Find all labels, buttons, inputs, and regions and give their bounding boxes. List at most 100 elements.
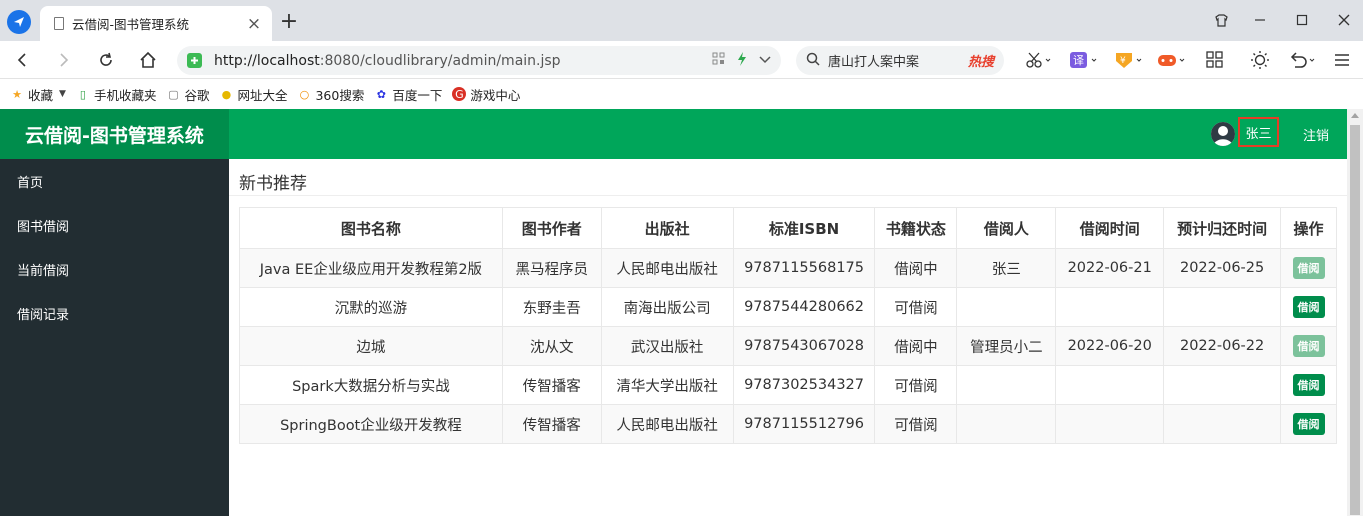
page-title: 新书推荐	[239, 174, 307, 194]
bookmark-item[interactable]: ▢ 谷歌	[166, 85, 209, 104]
cell-action: 借阅	[1280, 287, 1337, 327]
cell-name: 沉默的巡游	[239, 287, 503, 327]
browser-tab[interactable]: 云借阅-图书管理系统 ×	[40, 6, 272, 41]
cell-return-time: 2022-06-22	[1163, 326, 1282, 366]
cell-action: 借阅	[1280, 326, 1337, 366]
close-window-icon[interactable]	[1332, 8, 1356, 32]
bookmark-item[interactable]: ▯ 手机收藏夹	[76, 85, 157, 104]
bookmark-item[interactable]: ○ 360搜索	[297, 85, 365, 104]
coupon-icon[interactable]: ¥	[1115, 50, 1145, 70]
translate-icon[interactable]: 译	[1070, 50, 1100, 70]
bookmark-item[interactable]: ● 网址大全	[219, 85, 288, 104]
back-icon[interactable]	[10, 48, 34, 72]
url-text[interactable]: http://localhost:8080/cloudlibrary/admin…	[214, 53, 712, 69]
cell-isbn: 9787544280662	[732, 287, 876, 327]
search-input[interactable]: 唐山打人案中案	[828, 51, 968, 70]
cell-action: 借阅	[1280, 248, 1337, 288]
undo-icon[interactable]	[1288, 50, 1318, 70]
page-icon: ▢	[168, 87, 179, 101]
scrollbar[interactable]	[1347, 109, 1363, 516]
caret-down-icon[interactable]: ▼	[59, 89, 66, 99]
phone-icon: ▯	[79, 87, 86, 101]
table-row: Spark大数据分析与实战 传智播客 清华大学出版社 9787302534327 可借阅…	[239, 365, 1337, 405]
close-tab-icon[interactable]: ×	[246, 14, 262, 34]
avatar[interactable]	[1211, 122, 1235, 146]
minimize-icon[interactable]	[1248, 8, 1272, 32]
cell-author: 传智播客	[501, 365, 602, 405]
table-row: Java EE企业级应用开发教程第2版 黑马程序员 人民邮电出版社 978711556…	[239, 248, 1337, 288]
sidebar-item-current-borrow[interactable]: 当前借阅	[0, 247, 229, 291]
bookmark-item[interactable]: G 游戏中心	[452, 85, 520, 104]
skin-icon[interactable]	[1209, 8, 1233, 32]
url-bar[interactable]: http://localhost:8080/cloudlibrary/admin…	[177, 46, 781, 75]
sidebar-item-borrow-records[interactable]: 借阅记录	[0, 291, 229, 335]
bookmarks-bar: ★ 收藏 ▼ ▯ 手机收藏夹 ▢ 谷歌 ● 网址大全 ○ 360搜索 ✿ 百度一下 G 游戏中心	[0, 79, 1363, 109]
url-host: http://localhost	[214, 52, 320, 69]
cell-action: 借阅	[1280, 365, 1337, 405]
new-tab-button[interactable]: +	[279, 9, 299, 34]
browser-tabbar: 云借阅-图书管理系统 × +	[0, 0, 1363, 41]
table-row: 沉默的巡游 东野圭吾 南海出版公司 9787544280662 可借阅 借阅	[239, 287, 1337, 327]
lightning-icon[interactable]	[737, 51, 747, 70]
app-logo[interactable]: 云借阅-图书管理系统	[0, 109, 229, 159]
cell-status: 借阅中	[874, 248, 958, 288]
hot-search-badge[interactable]: 热搜	[968, 51, 994, 70]
cell-press: 武汉出版社	[600, 326, 734, 366]
bookmark-label: 360搜索	[315, 87, 365, 103]
user-name[interactable]: 张三	[1238, 117, 1279, 147]
borrow-button[interactable]: 借阅	[1292, 296, 1325, 318]
bookmark-label: 游戏中心	[470, 87, 521, 103]
cell-borrow-time: 2022-06-20	[1055, 326, 1165, 366]
brightness-icon[interactable]	[1250, 50, 1270, 70]
search-box[interactable]: 唐山打人案中案 热搜	[796, 46, 1004, 75]
cell-borrower: 管理员小二	[956, 326, 1057, 366]
cell-isbn: 9787302534327	[732, 365, 876, 405]
logout-link[interactable]: 注销	[1303, 125, 1329, 144]
maximize-icon[interactable]	[1290, 8, 1314, 32]
column-header: 出版社	[600, 207, 734, 249]
home-icon[interactable]	[136, 48, 160, 72]
star-icon: ★	[12, 87, 22, 101]
borrow-button[interactable]: 借阅	[1292, 335, 1325, 357]
bookmark-item[interactable]: ✿ 百度一下	[374, 85, 443, 104]
borrow-button[interactable]: 借阅	[1292, 413, 1325, 435]
column-header: 预计归还时间	[1163, 207, 1282, 249]
sidebar-item-home[interactable]: 首页	[0, 159, 229, 203]
security-shield-icon[interactable]	[187, 53, 202, 68]
borrow-button[interactable]: 借阅	[1292, 374, 1325, 396]
table-header-row: 图书名称 图书作者 出版社 标准ISBN 书籍状态 借阅人 借阅时间 预计归还时…	[239, 207, 1337, 249]
bookmark-item[interactable]: ★ 收藏 ▼	[10, 85, 66, 104]
browser-logo-icon[interactable]	[7, 10, 31, 34]
cell-return-time	[1163, 365, 1282, 405]
bookmark-label: 谷歌	[184, 87, 210, 103]
cell-press: 人民邮电出版社	[600, 404, 734, 444]
forward-icon[interactable]	[52, 48, 76, 72]
main-content: 新书推荐 图书名称 图书作者 出版社 标准ISBN 书籍状态 借阅人 借阅时间 …	[229, 159, 1347, 516]
table-row: SpringBoot企业级开发教程 传智播客 人民邮电出版社 978711551279…	[239, 404, 1337, 444]
sidebar-item-borrow[interactable]: 图书借阅	[0, 203, 229, 247]
borrow-button[interactable]: 借阅	[1292, 257, 1325, 279]
cell-return-time: 2022-06-25	[1163, 248, 1282, 288]
gamepad-icon[interactable]	[1158, 50, 1188, 70]
menu-icon[interactable]	[1334, 50, 1350, 70]
column-header: 图书作者	[501, 207, 602, 249]
cell-borrow-time	[1055, 404, 1165, 444]
chevron-down-icon[interactable]	[759, 53, 771, 69]
baidu-icon: ✿	[376, 87, 386, 101]
column-header: 借阅时间	[1055, 207, 1165, 249]
search-icon[interactable]	[806, 52, 820, 70]
scrollbar-thumb[interactable]	[1350, 125, 1360, 515]
page-icon	[54, 17, 64, 30]
reload-icon[interactable]	[94, 48, 118, 72]
url-path: :8080/cloudlibrary/admin/main.jsp	[319, 52, 561, 69]
bookmark-label: 手机收藏夹	[93, 87, 157, 103]
cell-borrow-time: 2022-06-21	[1055, 248, 1165, 288]
cell-author: 沈从文	[501, 326, 602, 366]
column-header: 操作	[1280, 207, 1337, 249]
scroll-up-icon[interactable]	[1351, 113, 1359, 118]
scissors-icon[interactable]	[1026, 50, 1052, 70]
qrcode-icon[interactable]	[712, 52, 725, 69]
cell-status: 可借阅	[874, 287, 958, 327]
apps-grid-icon[interactable]	[1206, 50, 1224, 70]
column-header: 图书名称	[239, 207, 503, 249]
